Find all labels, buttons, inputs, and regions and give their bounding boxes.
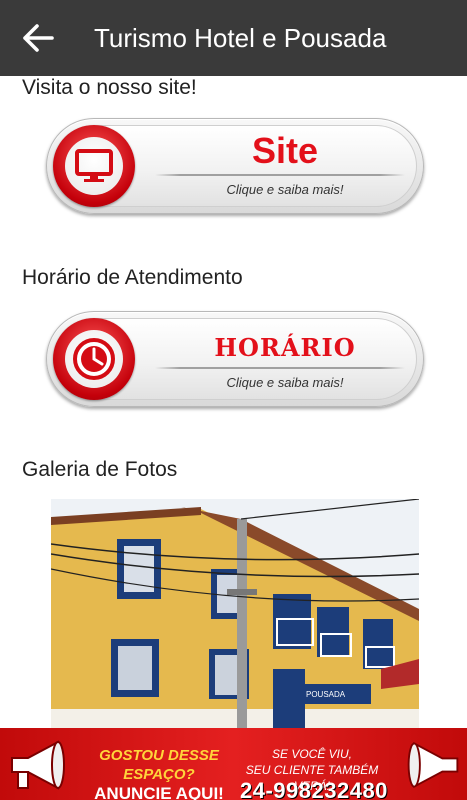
page-title: Turismo Hotel e Pousada [94,22,387,53]
pousada-sign: POUSADA [306,690,346,699]
main-content[interactable]: Visita o nosso site! Site Clique e saiba… [0,76,467,728]
hours-button-subtitle: Clique e saiba mais! [226,375,344,390]
hours-button-ring [53,318,135,400]
ad-left-text: GOSTOU DESSE ESPAÇO? ANUNCIE AQUI! [74,746,244,800]
megaphone-icon [11,740,65,790]
hours-button[interactable]: HORÁRIO Clique e saiba mais! [46,311,424,407]
site-button-label: Site [251,130,319,171]
site-button[interactable]: Site Clique e saiba mais! [46,118,424,214]
site-button-ring [53,125,135,207]
gallery-heading: Galeria de Fotos [22,458,178,481]
site-button-subtitle: Clique e saiba mais! [226,182,344,197]
hours-button-label: HORÁRIO [214,333,356,362]
ad-cta: ANUNCIE AQUI! [94,784,224,800]
back-button[interactable] [0,0,76,76]
gallery-photo[interactable]: POUSADA [51,499,419,728]
hours-heading: Horário de Atendimento [22,266,243,289]
clock-icon [73,338,115,380]
site-heading: Visita o nosso site! [22,76,197,99]
megaphone-icon [407,741,459,789]
app-bar: Turismo Hotel e Pousada [0,0,467,76]
ad-banner[interactable]: GOSTOU DESSE ESPAÇO? ANUNCIE AQUI! SE VO… [0,728,467,800]
ad-phone: 24-998232480 [240,778,388,800]
ad-headline: GOSTOU DESSE ESPAÇO? [99,747,219,783]
building-photo-image: POUSADA [51,499,419,728]
monitor-icon [75,149,113,182]
arrow-back-icon [23,24,54,52]
